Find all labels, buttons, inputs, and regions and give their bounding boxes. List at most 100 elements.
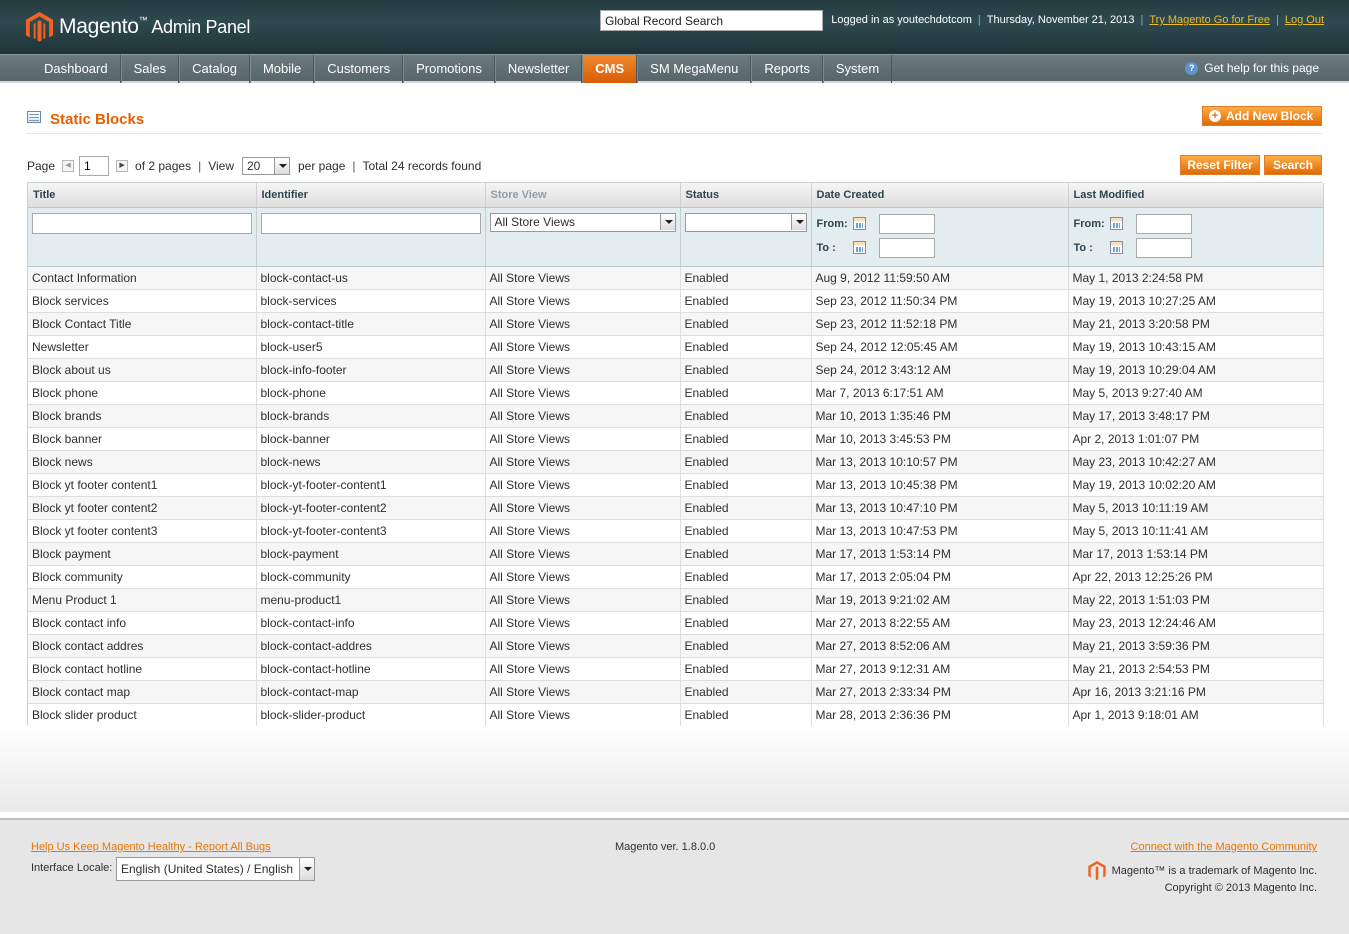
table-row[interactable]: Block about us block-info-footer All Store… xyxy=(28,358,1324,382)
table-row[interactable]: Block yt footer content3 block-yt-footer-… xyxy=(28,519,1324,543)
reset-filter-button[interactable]: Reset Filter xyxy=(1180,155,1260,175)
cell-title: Block yt footer content3 xyxy=(28,519,257,543)
cell-last-modified: May 19, 2013 10:43:15 AM xyxy=(1068,335,1324,359)
try-magento-go-link[interactable]: Try Magento Go for Free xyxy=(1149,14,1270,26)
modified-to-input[interactable] xyxy=(1135,237,1192,258)
arrow-right-icon[interactable]: ▶ xyxy=(116,160,129,172)
cell-title: Block contact addres xyxy=(28,634,257,658)
table-row[interactable]: Block community block-community All Store … xyxy=(28,565,1324,589)
arrow-left-icon[interactable]: ◀ xyxy=(62,160,75,172)
cell-title: Menu Product 1 xyxy=(28,588,257,612)
logout-link[interactable]: Log Out xyxy=(1285,14,1324,26)
nav-item-system[interactable]: System xyxy=(822,55,893,83)
table-row[interactable]: Block services block-services All Store Vi… xyxy=(28,289,1324,313)
table-row[interactable]: Block banner block-banner All Store Views E… xyxy=(28,427,1324,451)
locale-select[interactable]: English (United States) / English xyxy=(116,857,315,881)
modified-from-label: From: xyxy=(1073,217,1105,230)
cell-identifier: block-contact-info xyxy=(256,611,486,635)
status-filter-select[interactable] xyxy=(684,212,807,232)
table-row[interactable]: Menu Product 1 menu-product1 All Store Vie… xyxy=(28,588,1324,612)
calendar-icon[interactable] xyxy=(1109,217,1123,230)
table-row[interactable]: Block contact hotline block-contact-hotli… xyxy=(28,657,1324,681)
table-row[interactable]: Block slider product block-slider-product… xyxy=(28,703,1324,727)
identifier-filter-input[interactable] xyxy=(260,212,481,234)
nav-item-reports[interactable]: Reports xyxy=(751,55,823,83)
table-row[interactable]: Block contact info block-contact-info All … xyxy=(28,611,1324,635)
table-row[interactable]: Block contact map block-contact-map All St… xyxy=(28,680,1324,704)
created-to-input[interactable] xyxy=(878,237,935,258)
search-button[interactable]: Search xyxy=(1264,155,1322,175)
nav-item-newsletter[interactable]: Newsletter xyxy=(494,55,583,83)
column-header-status[interactable]: Status xyxy=(680,183,812,208)
calendar-icon[interactable] xyxy=(852,217,866,230)
column-header-title[interactable]: Title xyxy=(28,183,257,208)
cell-store-view: All Store Views xyxy=(485,634,681,658)
community-link[interactable]: Connect with the Magento Community xyxy=(1131,841,1317,853)
table-row[interactable]: Block contact addres block-contact-addres… xyxy=(28,634,1324,658)
cell-last-modified: May 5, 2013 9:27:40 AM xyxy=(1068,381,1324,405)
total-records: Total 24 records found xyxy=(362,159,482,173)
table-row[interactable]: Newsletter block-user5 All Store Views Enab… xyxy=(28,335,1324,359)
table-row[interactable]: Block Contact Title block-contact-title Al… xyxy=(28,312,1324,336)
add-new-block-button[interactable]: + Add New Block xyxy=(1202,106,1322,126)
table-row[interactable]: Block brands block-brands All Store Views E… xyxy=(28,404,1324,428)
help-link[interactable]: ? Get help for this page xyxy=(1185,61,1319,75)
cell-status: Enabled xyxy=(680,450,812,474)
nav-item-sales[interactable]: Sales xyxy=(120,55,180,83)
logo-text: Magento™ Admin Panel xyxy=(59,15,251,38)
table-row[interactable]: Block phone block-phone All Store Views Ena… xyxy=(28,381,1324,405)
global-search-input[interactable] xyxy=(600,10,823,31)
modified-to-label: To : xyxy=(1073,241,1093,254)
calendar-icon[interactable] xyxy=(1109,241,1123,254)
plus-icon: + xyxy=(1209,110,1221,122)
cell-title: Block brands xyxy=(28,404,257,428)
nav-item-dashboard[interactable]: Dashboard xyxy=(26,55,121,83)
page-number-input[interactable] xyxy=(79,156,110,176)
store-view-filter-select[interactable]: All Store Views xyxy=(489,212,676,232)
column-header-identifier[interactable]: Identifier xyxy=(256,183,486,208)
header-links: Logged in as youtechdotcom | Thursday, N… xyxy=(831,14,1324,26)
calendar-icon[interactable] xyxy=(852,241,866,254)
cell-last-modified: May 19, 2013 10:02:20 AM xyxy=(1068,473,1324,497)
table-row[interactable]: Block payment block-payment All Store View… xyxy=(28,542,1324,566)
cell-last-modified: May 21, 2013 2:54:53 PM xyxy=(1068,657,1324,681)
cell-identifier: block-services xyxy=(256,289,486,313)
modified-from-input[interactable] xyxy=(1135,213,1192,234)
cell-last-modified: May 19, 2013 10:29:04 AM xyxy=(1068,358,1324,382)
nav-item-mobile[interactable]: Mobile xyxy=(249,55,315,83)
cell-status: Enabled xyxy=(680,404,812,428)
column-header-last-modified[interactable]: Last Modified xyxy=(1068,183,1324,208)
report-bugs-link[interactable]: Help Us Keep Magento Healthy - Report Al… xyxy=(31,841,271,853)
view-label: View xyxy=(208,159,234,173)
cell-last-modified: Mar 17, 2013 1:53:14 PM xyxy=(1068,542,1324,566)
nav-item-cms[interactable]: CMS xyxy=(582,55,638,83)
nav-item-customers[interactable]: Customers xyxy=(314,55,404,83)
cell-title: Block phone xyxy=(28,381,257,405)
table-row[interactable]: Block news block-news All Store Views Enabl… xyxy=(28,450,1324,474)
nav-item-promotions[interactable]: Promotions xyxy=(403,55,495,83)
created-from-input[interactable] xyxy=(878,213,935,234)
cell-status: Enabled xyxy=(680,358,812,382)
cell-store-view: All Store Views xyxy=(485,496,681,520)
cell-date-created: Sep 23, 2012 11:50:34 PM xyxy=(811,289,1069,313)
grid-body: Contact Information block-contact-us All S… xyxy=(28,266,1324,727)
logo[interactable]: Magento™ Admin Panel xyxy=(26,10,250,44)
cell-last-modified: May 23, 2013 10:42:27 AM xyxy=(1068,450,1324,474)
column-header-date-created[interactable]: Date Created xyxy=(811,183,1069,208)
table-row[interactable]: Block yt footer content2 block-yt-footer-… xyxy=(28,496,1324,520)
cell-last-modified: May 23, 2013 12:24:46 AM xyxy=(1068,611,1324,635)
table-row[interactable]: Contact Information block-contact-us All S… xyxy=(28,266,1324,290)
title-filter-input[interactable] xyxy=(32,212,252,234)
cell-identifier: block-user5 xyxy=(256,335,486,359)
footer-spacer xyxy=(0,726,1349,812)
filter-row: All Store Views From: To: From: To: xyxy=(28,207,1324,267)
nav-item-sm-megamenu[interactable]: SM MegaMenu xyxy=(637,55,752,83)
per-page-select[interactable]: 20 xyxy=(242,157,290,175)
table-row[interactable]: Block yt footer content1 block-yt-footer-… xyxy=(28,473,1324,497)
cell-date-created: Mar 10, 2013 1:35:46 PM xyxy=(811,404,1069,428)
cell-last-modified: Apr 16, 2013 3:21:16 PM xyxy=(1068,680,1324,704)
help-icon: ? xyxy=(1185,61,1199,75)
nav-item-catalog[interactable]: Catalog xyxy=(179,55,250,83)
magento-version: Magento ver. 1.8.0.0 xyxy=(615,841,716,853)
magento-logo-icon xyxy=(26,11,53,42)
